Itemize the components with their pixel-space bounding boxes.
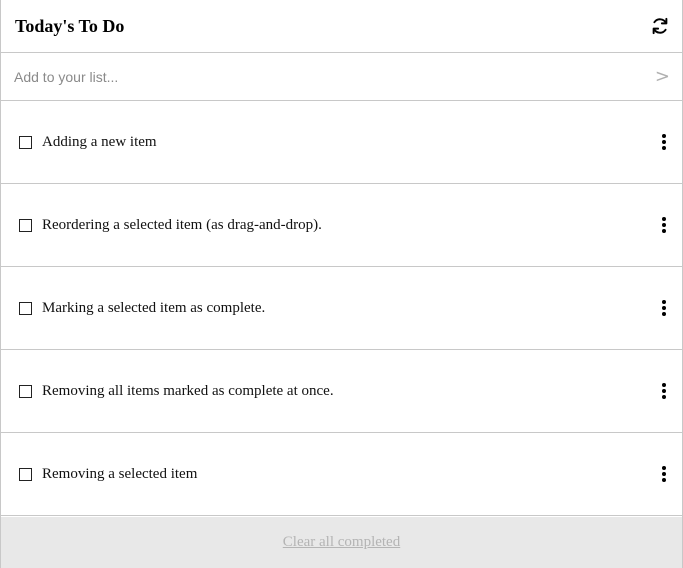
item-checkbox[interactable] [19, 467, 32, 481]
item-label: Removing a selected item [42, 465, 198, 482]
list-item[interactable]: Marking a selected item as complete. [1, 267, 682, 350]
clear-completed-link[interactable]: Clear all completed [283, 534, 400, 551]
item-label: Adding a new item [42, 133, 157, 150]
page-title: Today's To Do [15, 15, 125, 36]
item-checkbox[interactable] [19, 218, 32, 232]
todo-list: Adding a new item Reordering a selected … [1, 101, 682, 516]
item-label: Removing all items marked as complete at… [42, 382, 334, 399]
refresh-icon [652, 17, 668, 35]
item-checkbox[interactable] [19, 135, 32, 149]
add-item-row: > [1, 53, 682, 101]
list-item[interactable]: Adding a new item [1, 101, 682, 184]
refresh-button[interactable] [649, 15, 671, 37]
more-options-icon[interactable] [656, 215, 672, 235]
more-options-icon[interactable] [656, 132, 672, 152]
footer: Clear all completed [1, 517, 682, 568]
item-label: Reordering a selected item (as drag-and-… [42, 216, 322, 233]
item-label: Marking a selected item as complete. [42, 299, 266, 316]
list-item[interactable]: Removing a selected item [1, 433, 682, 516]
more-options-icon[interactable] [656, 464, 672, 484]
list-item[interactable]: Removing all items marked as complete at… [1, 350, 682, 433]
more-options-icon[interactable] [656, 381, 672, 401]
item-checkbox[interactable] [19, 384, 32, 398]
header: Today's To Do [1, 0, 682, 53]
more-options-icon[interactable] [656, 298, 672, 318]
add-item-input[interactable] [14, 68, 655, 85]
todo-app: Today's To Do > Adding a new item Reorde… [0, 0, 683, 568]
submit-arrow-icon[interactable]: > [655, 67, 670, 86]
item-checkbox[interactable] [19, 301, 32, 315]
list-item[interactable]: Reordering a selected item (as drag-and-… [1, 184, 682, 267]
